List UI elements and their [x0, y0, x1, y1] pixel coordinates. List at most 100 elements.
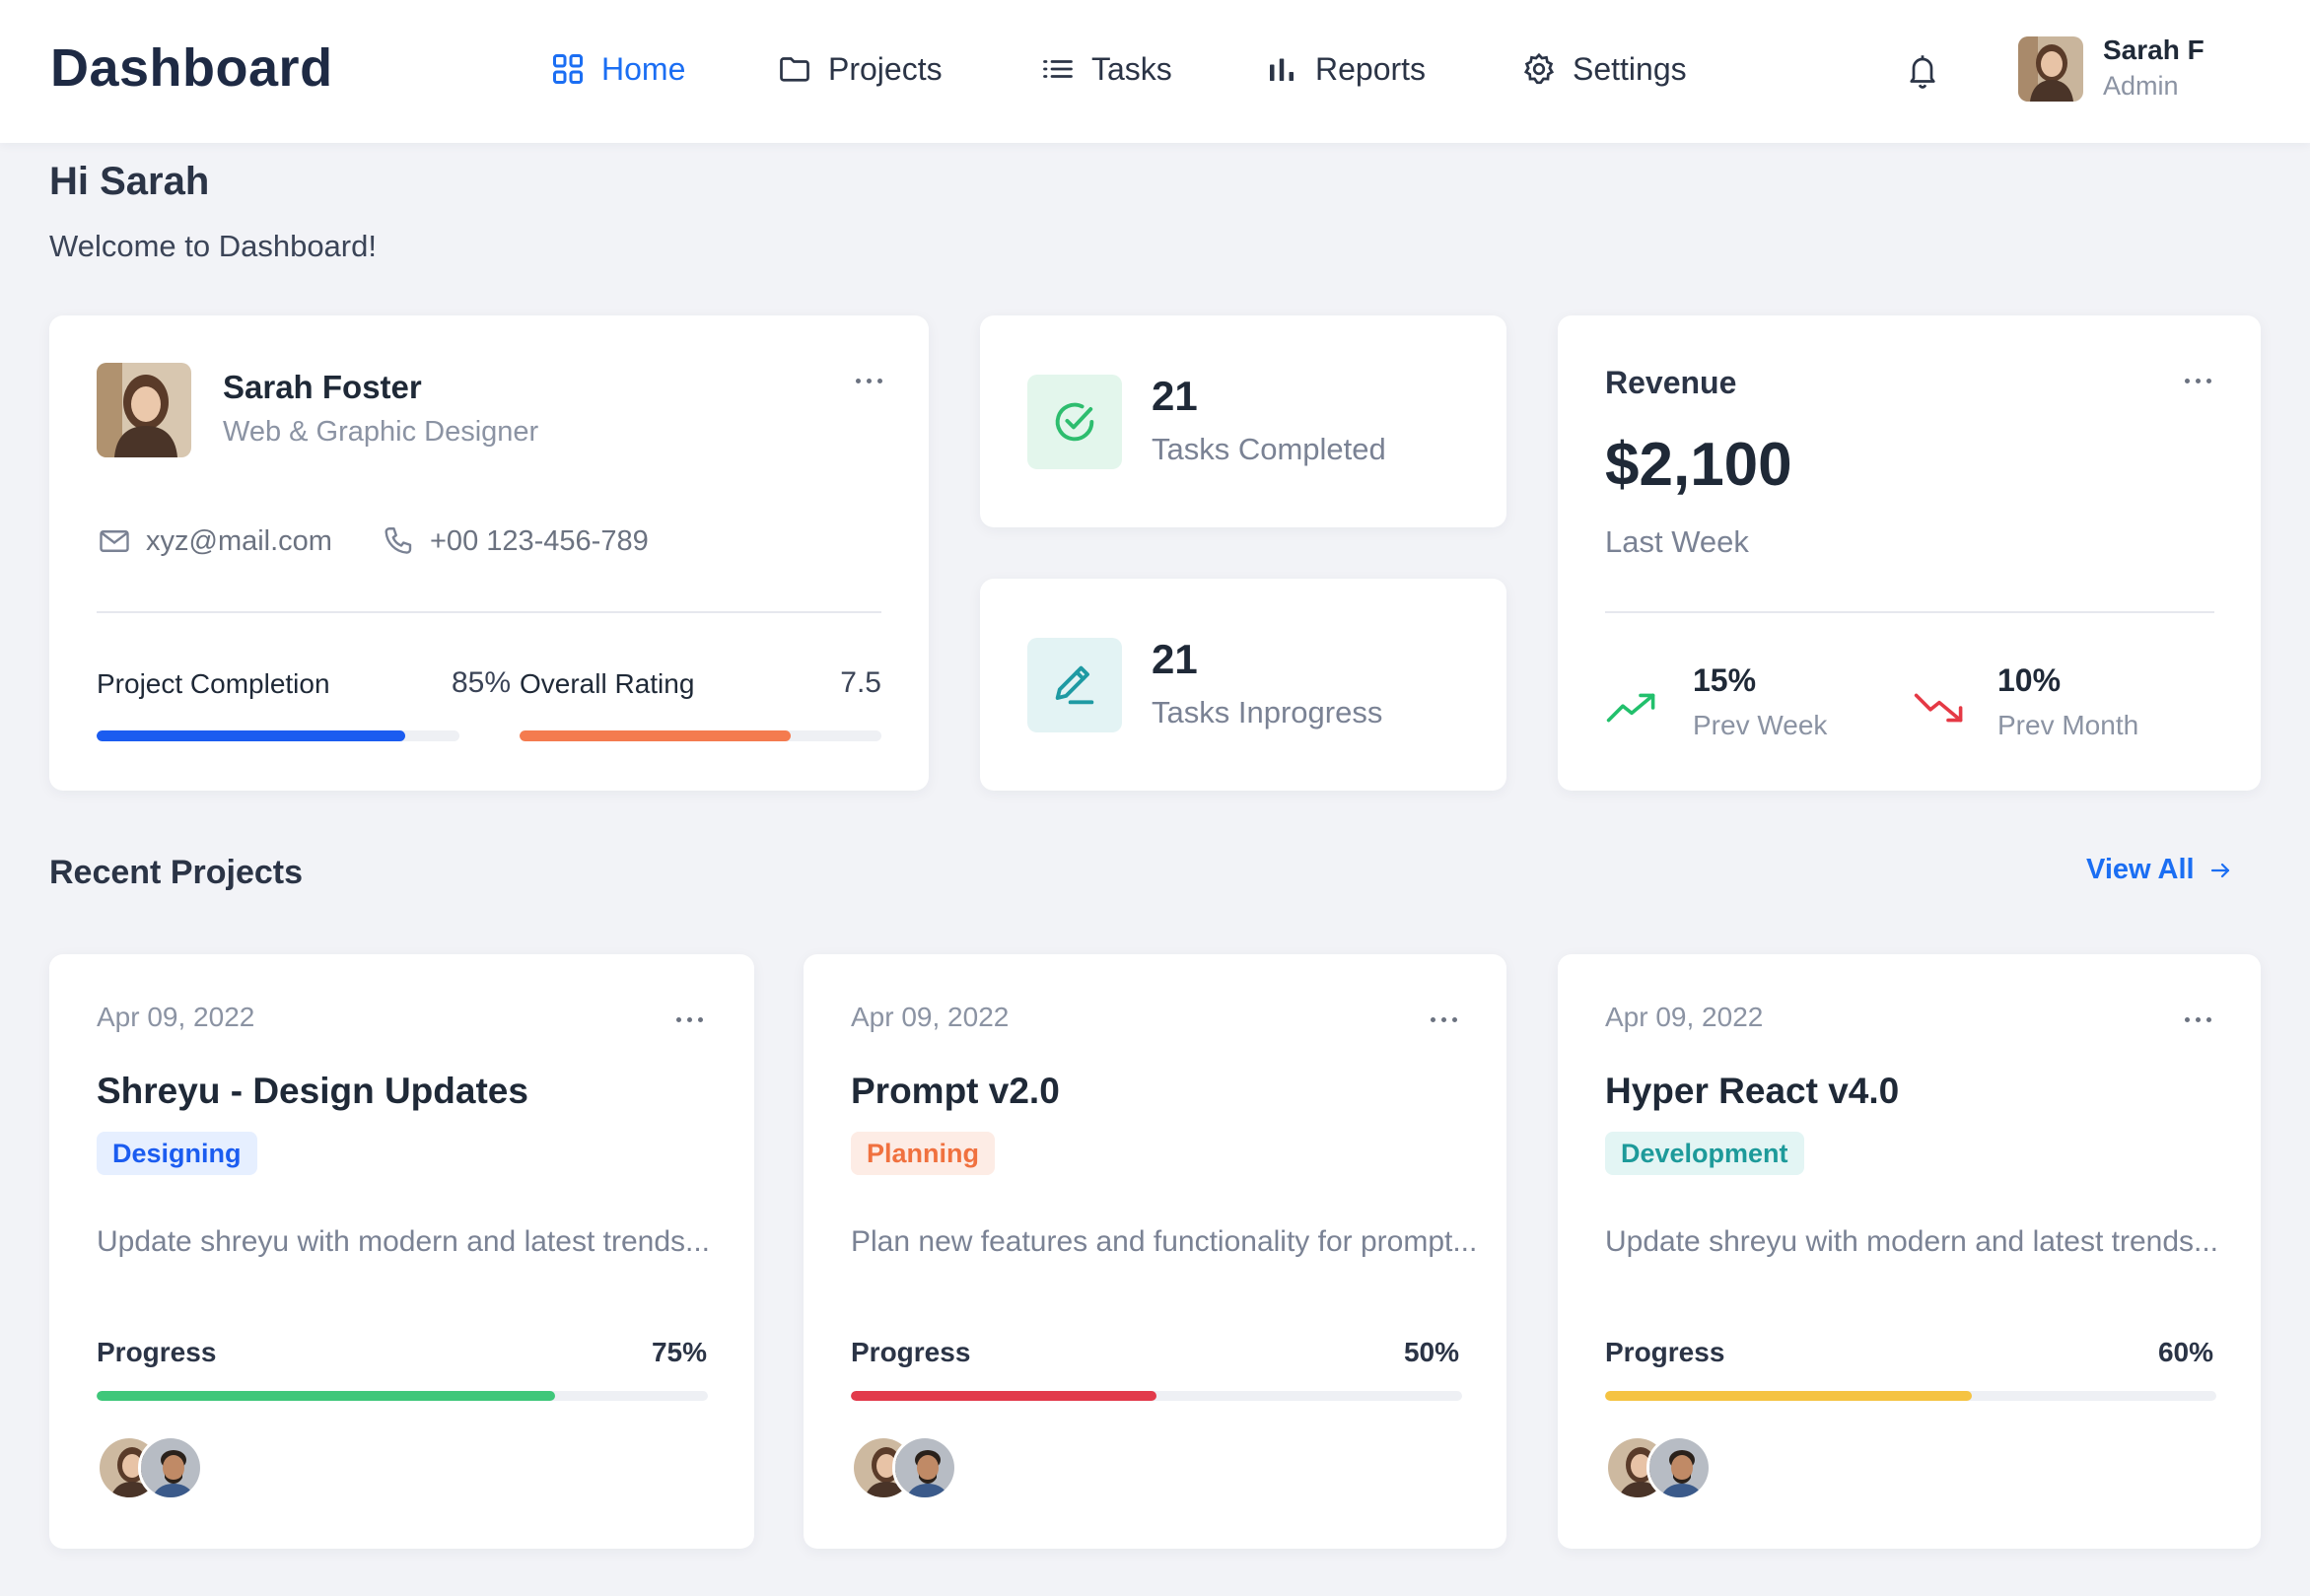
bar-chart-icon	[1270, 58, 1294, 81]
progress-label: Progress	[1605, 1337, 1725, 1367]
project-title: Shreyu - Design Updates	[97, 1071, 528, 1111]
trend-down-icon	[1914, 693, 1963, 723]
prev-month-value: 10%	[1997, 662, 2062, 698]
view-all-label: View All	[2086, 854, 2195, 885]
progress-bar-fill	[97, 1391, 555, 1401]
more-options-button[interactable]	[670, 1009, 710, 1029]
divider	[97, 611, 881, 613]
profile-card: Sarah Foster Web & Graphic Designer xyz@…	[49, 315, 929, 791]
more-options-button[interactable]	[2179, 371, 2218, 390]
prev-month-label: Prev Month	[1997, 710, 2139, 740]
phone-text: +00 123-456-789	[430, 524, 649, 557]
progress-bar	[851, 1391, 1462, 1401]
nav-item-tasks[interactable]: Tasks	[1040, 47, 1172, 91]
user-role: Admin	[2103, 71, 2179, 101]
greeting-title: Hi Sarah	[49, 160, 210, 203]
project-title: Prompt v2.0	[851, 1071, 1060, 1111]
nav-item-projects[interactable]: Projects	[777, 47, 943, 91]
project-description: Update shreyu with modern and latest tre…	[97, 1225, 711, 1258]
avatar-image	[1649, 1438, 1709, 1497]
status-badge: Planning	[851, 1132, 995, 1175]
project-card[interactable]: Apr 09, 2022 Shreyu - Design Updates Des…	[49, 954, 754, 1549]
rating-bar	[520, 730, 881, 741]
progress-label: Progress	[97, 1337, 217, 1367]
team-avatars	[1605, 1435, 1723, 1502]
avatar[interactable]	[892, 1435, 957, 1500]
progress-bar-fill	[1605, 1391, 1972, 1401]
trend-up-icon	[1606, 693, 1655, 723]
arrow-right-icon	[2210, 863, 2229, 877]
folder-icon	[780, 57, 809, 82]
revenue-amount: $2,100	[1605, 431, 1792, 499]
prev-week-label: Prev Week	[1693, 710, 1828, 740]
avatar-image	[2018, 36, 2083, 102]
task-edit-tile	[1027, 638, 1122, 732]
profile-role: Web & Graphic Designer	[223, 416, 539, 448]
avatar-image	[97, 363, 191, 457]
more-options-button[interactable]	[850, 371, 889, 390]
pen-icon	[1055, 665, 1094, 705]
list-icon	[1043, 60, 1073, 78]
tasks-completed-count: 21	[1152, 373, 1198, 419]
tasks-completed-label: Tasks Completed	[1152, 432, 1386, 466]
tasks-inprogress-count: 21	[1152, 636, 1198, 682]
more-options-button[interactable]	[1425, 1009, 1464, 1029]
avatar-image	[141, 1438, 200, 1497]
status-badge: Development	[1605, 1132, 1804, 1175]
progress-bar-fill	[851, 1391, 1156, 1401]
status-badge: Designing	[97, 1132, 257, 1175]
mail-icon	[100, 530, 129, 552]
team-avatars	[97, 1435, 215, 1502]
nav-item-home[interactable]: Home	[550, 47, 685, 91]
rating-bar-fill	[520, 730, 792, 741]
email-text: xyz@mail.com	[146, 524, 332, 557]
project-card[interactable]: Apr 09, 2022 Prompt v2.0 Planning Plan n…	[804, 954, 1506, 1549]
view-all-link[interactable]: View All	[2086, 854, 2232, 886]
project-date: Apr 09, 2022	[851, 1002, 1010, 1032]
phone-icon	[385, 527, 412, 554]
tasks-completed-card: 21 Tasks Completed	[980, 315, 1506, 527]
top-navbar: Dashboard Home Projects Tasks Reports Se…	[0, 0, 2310, 143]
divider	[1605, 611, 2214, 613]
project-description: Update shreyu with modern and latest tre…	[1605, 1225, 2219, 1258]
project-date: Apr 09, 2022	[97, 1002, 255, 1032]
nav-item-label: Reports	[1315, 50, 1427, 87]
check-circle-icon	[1055, 402, 1094, 442]
completion-bar-fill	[97, 730, 405, 741]
nav-item-reports[interactable]: Reports	[1264, 47, 1426, 91]
completion-bar	[97, 730, 459, 741]
revenue-period: Last Week	[1605, 524, 1749, 559]
progress-bar	[1605, 1391, 2216, 1401]
user-avatar[interactable]	[2018, 36, 2083, 102]
user-name[interactable]: Sarah F	[2103, 35, 2205, 66]
bell-icon[interactable]	[1905, 51, 1940, 91]
grid-icon	[553, 54, 583, 84]
tasks-inprogress-label: Tasks Inprogress	[1152, 695, 1383, 729]
project-date: Apr 09, 2022	[1605, 1002, 1764, 1032]
nav-item-settings[interactable]: Settings	[1521, 47, 1687, 91]
avatar[interactable]	[138, 1435, 203, 1500]
project-title: Hyper React v4.0	[1605, 1071, 1900, 1111]
prev-week-value: 15%	[1693, 662, 1757, 698]
progress-value: 50%	[1403, 1337, 1459, 1367]
progress-bar	[97, 1391, 708, 1401]
revenue-title: Revenue	[1605, 365, 1737, 400]
profile-phone[interactable]: +00 123-456-789	[381, 523, 649, 559]
project-description: Plan new features and functionality for …	[851, 1225, 1478, 1258]
avatar[interactable]	[1646, 1435, 1712, 1500]
nav-item-label: Settings	[1573, 50, 1687, 87]
profile-name: Sarah Foster	[223, 369, 422, 405]
avatar-image	[895, 1438, 954, 1497]
nav-item-label: Projects	[828, 50, 943, 87]
revenue-card: Revenue $2,100 Last Week 15% Prev Week 1…	[1558, 315, 2261, 791]
profile-email[interactable]: xyz@mail.com	[97, 523, 332, 559]
progress-label: Progress	[851, 1337, 971, 1367]
brand-logo[interactable]: Dashboard	[50, 37, 333, 99]
more-options-button[interactable]	[2179, 1009, 2218, 1029]
project-card[interactable]: Apr 09, 2022 Hyper React v4.0 Developmen…	[1558, 954, 2261, 1549]
tasks-inprogress-card: 21 Tasks Inprogress	[980, 579, 1506, 791]
greeting-subtitle: Welcome to Dashboard!	[49, 229, 377, 263]
nav-item-label: Home	[601, 50, 686, 87]
rating-value: 7.5	[840, 666, 881, 699]
rating-label: Overall Rating	[520, 668, 695, 699]
